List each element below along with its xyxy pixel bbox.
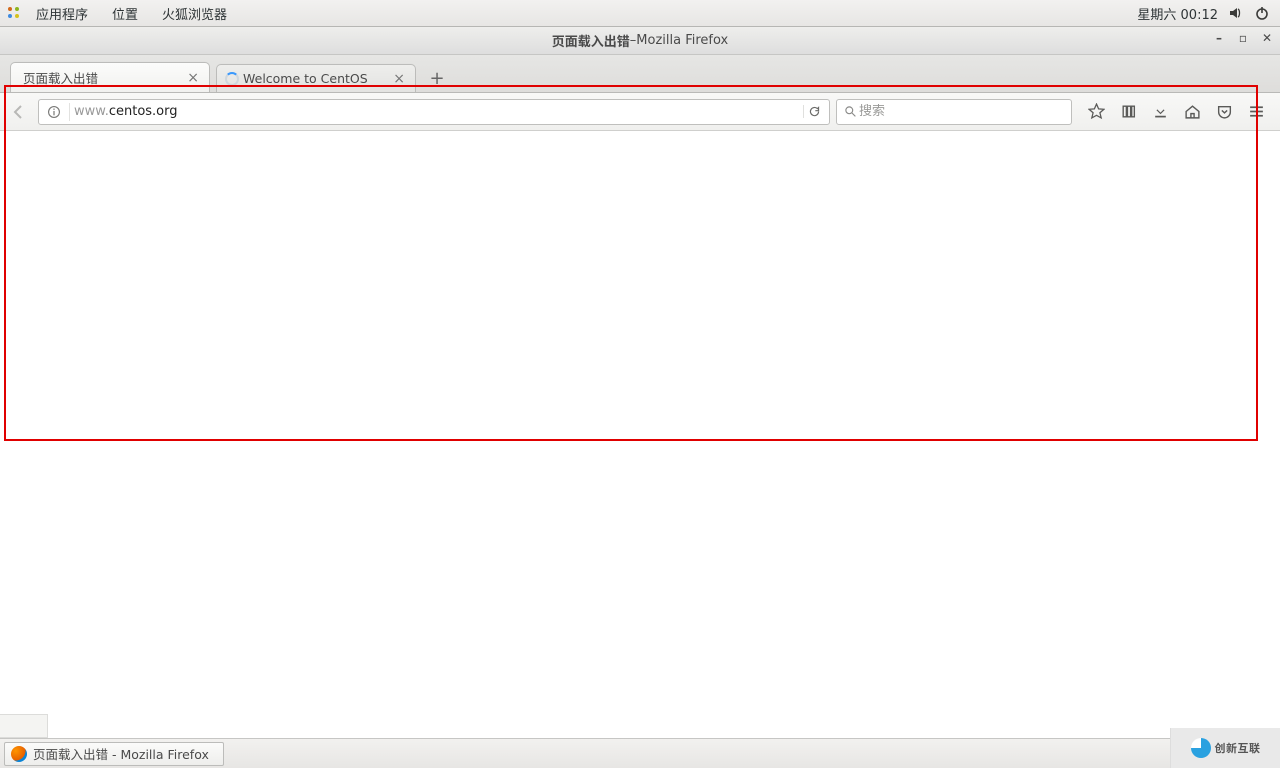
tab-second-label: Welcome to CentOS — [239, 71, 391, 86]
url-dim-prefix: www. — [74, 104, 109, 119]
loading-spinner-icon — [225, 72, 239, 86]
window-close-button[interactable]: ✕ — [1260, 31, 1274, 45]
downloads-icon[interactable] — [1150, 102, 1170, 122]
home-icon[interactable] — [1182, 102, 1202, 122]
window-maximize-button[interactable]: ▫ — [1236, 31, 1250, 45]
power-icon[interactable] — [1254, 5, 1270, 21]
watermark-logo-icon — [1191, 738, 1211, 758]
menu-places[interactable]: 位置 — [102, 0, 148, 27]
url-host: centos.org — [109, 104, 178, 119]
activities-icon — [6, 5, 22, 21]
tab-active-label: 页面载入出错 — [19, 68, 185, 87]
window-title-main: 页面载入出错 — [552, 31, 630, 50]
watermark: 创新互联 — [1170, 728, 1280, 768]
window-titlebar[interactable]: 页面载入出错 – Mozilla Firefox – ▫ ✕ — [0, 27, 1280, 55]
ui-stub — [0, 714, 48, 738]
tab-strip: 页面载入出错 × Welcome to CentOS × + — [0, 55, 1280, 93]
menu-applications[interactable]: 应用程序 — [26, 0, 98, 27]
site-identity-icon[interactable] — [43, 105, 65, 119]
menu-firefox[interactable]: 火狐浏览器 — [152, 0, 237, 27]
menu-hamburger-icon[interactable] — [1246, 102, 1266, 122]
window-minimize-button[interactable]: – — [1212, 31, 1226, 45]
new-tab-button[interactable]: + — [422, 64, 452, 92]
url-bar[interactable]: www.centos.org — [38, 99, 830, 125]
gnome-top-panel: 应用程序 位置 火狐浏览器 星期六 00:12 — [0, 0, 1280, 27]
taskbar-firefox-label: 页面载入出错 - Mozilla Firefox — [33, 744, 209, 763]
taskbar-firefox-button[interactable]: 页面载入出错 - Mozilla Firefox — [4, 742, 224, 766]
search-box[interactable] — [836, 99, 1072, 125]
page-content-blank — [0, 131, 1280, 738]
navigation-toolbar: www.centos.org — [0, 93, 1280, 131]
search-icon — [841, 105, 859, 118]
bottom-taskbar: 页面载入出错 - Mozilla Firefox — [0, 738, 1280, 768]
back-button[interactable] — [6, 99, 32, 125]
library-icon[interactable] — [1118, 102, 1138, 122]
firefox-icon — [11, 746, 27, 762]
reload-button[interactable] — [803, 105, 825, 118]
tab-active-close-icon[interactable]: × — [185, 70, 201, 86]
tab-second[interactable]: Welcome to CentOS × — [216, 64, 416, 92]
url-separator — [69, 103, 70, 121]
pocket-icon[interactable] — [1214, 102, 1234, 122]
volume-icon[interactable] — [1228, 5, 1244, 21]
window-title-app: Mozilla Firefox — [636, 33, 728, 48]
tab-active[interactable]: 页面载入出错 × — [10, 62, 210, 92]
search-input[interactable] — [859, 104, 1067, 119]
tab-second-close-icon[interactable]: × — [391, 71, 407, 87]
bookmark-star-icon[interactable] — [1086, 102, 1106, 122]
panel-clock[interactable]: 星期六 00:12 — [1137, 4, 1218, 23]
watermark-text: 创新互联 — [1215, 740, 1261, 756]
